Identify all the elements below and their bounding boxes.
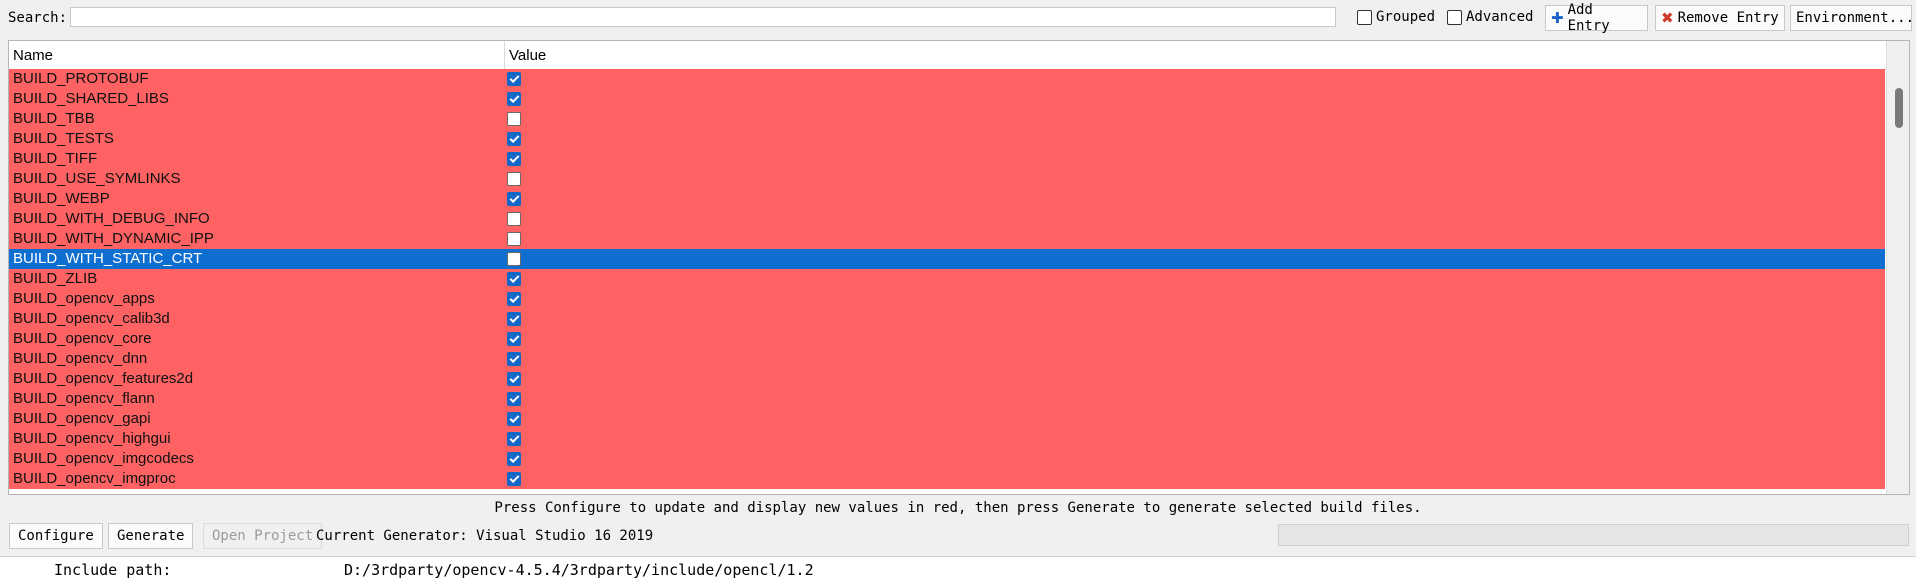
entry-value-checkbox[interactable] [507,352,521,366]
entry-value-checkbox[interactable] [507,112,521,126]
entry-name: BUILD_opencv_flann [13,390,155,407]
entry-name: BUILD_WEBP [13,190,110,207]
table-rows: BUILD_PROTOBUF BUILD_SHARED_LIBS BUILD_TBB… [9,69,1885,489]
open-project-button[interactable]: Open Project [203,523,323,549]
entry-name: BUILD_TESTS [13,130,114,147]
entry-value-checkbox[interactable] [507,272,521,286]
add-entry-label: Add Entry [1567,2,1610,34]
entry-name: BUILD_TIFF [13,150,98,167]
entry-value-checkbox[interactable] [507,292,521,306]
hint-text: Press Configure to update and display ne… [494,500,1422,516]
table-row[interactable]: BUILD_opencv_calib3d [9,309,1885,329]
remove-entry-label: Remove Entry [1677,10,1779,26]
entry-name: BUILD_USE_SYMLINKS [13,170,181,187]
current-generator-label: Current Generator: Visual Studio 16 2019 [316,528,654,544]
table-row[interactable]: BUILD_WITH_STATIC_CRT [9,249,1885,269]
search-label: Search: [8,10,68,26]
entry-name: BUILD_WITH_DEBUG_INFO [13,210,210,227]
table-row[interactable]: BUILD_opencv_features2d [9,369,1885,389]
table-row[interactable]: BUILD_TIFF [9,149,1885,169]
grouped-label: Grouped [1376,9,1436,25]
entry-value-checkbox[interactable] [507,412,521,426]
grouped-checkbox-box[interactable] [1357,9,1372,25]
entry-name: BUILD_opencv_dnn [13,350,148,367]
table-row[interactable]: BUILD_ZLIB [9,269,1885,289]
entry-name: BUILD_opencv_core [13,330,152,347]
entry-value-checkbox[interactable] [507,312,521,326]
entry-value-checkbox[interactable] [507,452,521,466]
add-entry-button[interactable]: ✚ Add Entry [1545,2,1648,34]
table-row[interactable]: BUILD_opencv_imgcodecs [9,449,1885,469]
entry-value-checkbox[interactable] [507,392,521,406]
column-header-name[interactable]: Name [13,47,53,64]
entry-value-checkbox[interactable] [507,132,521,146]
generate-button[interactable]: Generate [108,523,194,549]
toolbar: Search: Grouped Advanced ✚ Add Entry ✖ R… [0,0,1916,38]
entry-name: BUILD_ZLIB [13,270,98,287]
entry-value-checkbox[interactable] [507,172,521,186]
cache-table: Name Value BUILD_PROTOBUF BUILD_SHARED_LI… [8,40,1910,495]
advanced-label: Advanced [1466,9,1534,25]
output-key: Include path: [54,561,172,579]
column-divider[interactable] [504,41,505,69]
entry-name: BUILD_opencv_apps [13,290,155,307]
entry-value-checkbox[interactable] [507,332,521,346]
entry-value-checkbox[interactable] [507,432,521,446]
output-value: D:/3rdparty/opencv-4.5.4/3rdparty/includ… [344,561,814,579]
entry-value-checkbox[interactable] [507,192,521,206]
table-row[interactable]: BUILD_PROTOBUF [9,69,1885,89]
advanced-checkbox-box[interactable] [1447,9,1462,25]
remove-entry-button[interactable]: ✖ Remove Entry [1655,5,1785,31]
entry-name: BUILD_TBB [13,110,95,127]
scrollbar-thumb[interactable] [1895,88,1903,128]
environment-label: Environment... [1796,10,1915,26]
configure-button[interactable]: Configure [9,523,103,549]
entry-value-checkbox[interactable] [507,152,521,166]
entry-value-checkbox[interactable] [507,92,521,106]
table-row[interactable]: BUILD_TBB [9,109,1885,129]
plus-icon: ✚ [1551,9,1564,27]
entry-value-checkbox[interactable] [507,72,521,86]
table-row[interactable]: BUILD_USE_SYMLINKS [9,169,1885,189]
entry-name: BUILD_WITH_STATIC_CRT [13,250,203,267]
progress-bar [1278,524,1909,546]
entry-name: BUILD_opencv_highgui [13,430,171,447]
entry-value-checkbox[interactable] [507,472,521,486]
environment-button[interactable]: Environment... [1790,5,1915,31]
table-row[interactable]: BUILD_opencv_dnn [9,349,1885,369]
table-row[interactable]: BUILD_WEBP [9,189,1885,209]
table-row[interactable]: BUILD_opencv_gapi [9,409,1885,429]
table-row[interactable]: BUILD_opencv_core [9,329,1885,349]
table-row[interactable]: BUILD_WITH_DEBUG_INFO [9,209,1885,229]
entry-name: BUILD_opencv_features2d [13,370,194,387]
table-row[interactable]: BUILD_SHARED_LIBS [9,89,1885,109]
entry-value-checkbox[interactable] [507,372,521,386]
table-row[interactable]: BUILD_TESTS [9,129,1885,149]
table-row[interactable]: BUILD_opencv_imgproc [9,469,1885,489]
entry-value-checkbox[interactable] [507,212,521,226]
table-row[interactable]: BUILD_WITH_DYNAMIC_IPP [9,229,1885,249]
table-row[interactable]: BUILD_opencv_highgui [9,429,1885,449]
entry-value-checkbox[interactable] [507,232,521,246]
entry-name: BUILD_WITH_DYNAMIC_IPP [13,230,214,247]
advanced-checkbox[interactable]: Advanced [1447,9,1533,25]
entry-name: BUILD_opencv_imgproc [13,470,176,487]
entry-name: BUILD_opencv_imgcodecs [13,450,194,467]
grouped-checkbox[interactable]: Grouped [1357,9,1435,25]
entry-name: BUILD_PROTOBUF [13,70,149,87]
remove-icon: ✖ [1661,9,1674,27]
vertical-scrollbar[interactable] [1886,41,1909,494]
table-header: Name Value [9,41,1909,70]
entry-name: BUILD_opencv_calib3d [13,310,170,327]
entry-name: BUILD_SHARED_LIBS [13,90,169,107]
search-input[interactable] [70,7,1336,27]
table-row[interactable]: BUILD_opencv_apps [9,289,1885,309]
output-panel[interactable]: Include path: D:/3rdparty/opencv-4.5.4/3… [0,556,1916,582]
entry-value-checkbox[interactable] [507,252,521,266]
table-row[interactable]: BUILD_opencv_flann [9,389,1885,409]
entry-name: BUILD_opencv_gapi [13,410,151,427]
column-header-value[interactable]: Value [509,47,546,64]
